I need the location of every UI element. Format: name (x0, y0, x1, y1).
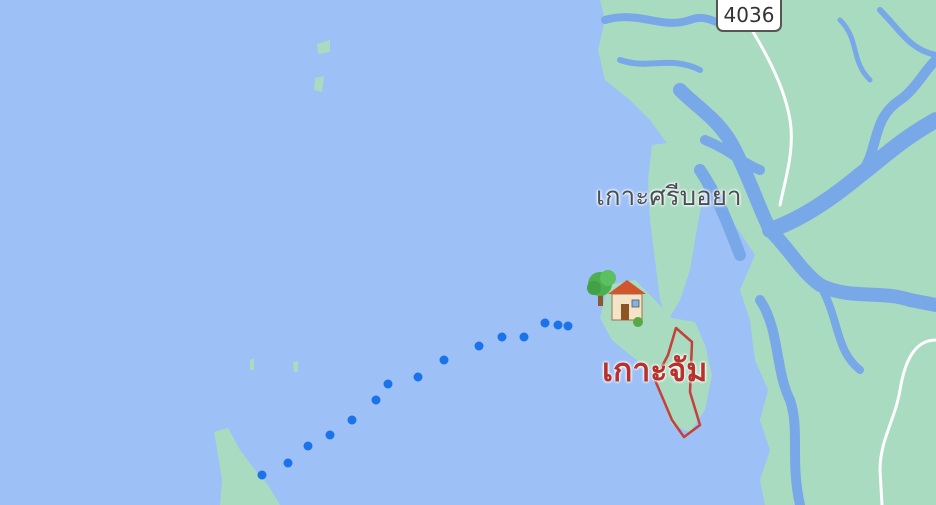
islet (250, 358, 254, 370)
house-with-tree-icon[interactable] (586, 268, 650, 330)
map-layer (0, 0, 936, 505)
selected-area-label[interactable]: เกาะจัม (602, 345, 707, 396)
road-shield[interactable]: 4036 (716, 0, 782, 32)
map-canvas[interactable]: 4036 เกาะศรีบอยา เกาะจัม (0, 0, 936, 505)
island-label[interactable]: เกาะศรีบอยา (596, 176, 742, 217)
